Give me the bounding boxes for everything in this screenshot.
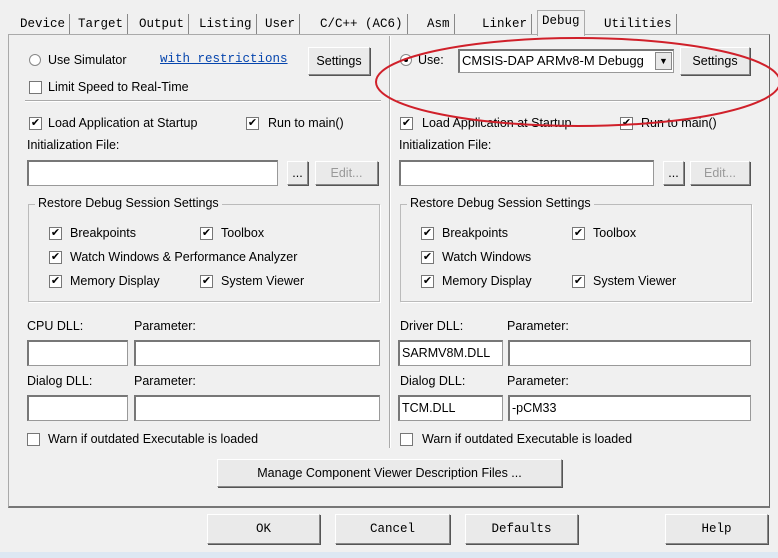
init-file-input[interactable] xyxy=(27,160,278,186)
memory-label: Memory Display xyxy=(70,274,160,288)
limit-speed-label: Limit Speed to Real-Time xyxy=(48,80,189,94)
limit-speed-checkbox[interactable] xyxy=(29,81,42,94)
use-simulator-radio[interactable] xyxy=(29,54,41,66)
load-app-label: Load Application at Startup xyxy=(48,116,198,130)
watch-label: Watch Windows xyxy=(442,250,532,264)
window-border xyxy=(0,552,778,558)
tab-user[interactable]: User xyxy=(261,14,301,35)
system-viewer-checkbox[interactable]: ✔ xyxy=(200,275,213,288)
column-divider xyxy=(389,36,391,448)
warn-checkbox[interactable] xyxy=(27,433,40,446)
use-label: Use: xyxy=(418,53,444,67)
group-label: Restore Debug Session Settings xyxy=(35,196,222,210)
use-simulator-label: Use Simulator xyxy=(48,53,127,67)
init-file-label: Initialization File: xyxy=(27,138,120,152)
ok-button[interactable]: OK xyxy=(207,514,320,544)
cpu-dll-input[interactable] xyxy=(27,340,128,366)
driver-dll-input[interactable]: SARMV8M.DLL xyxy=(398,340,503,366)
use-debugger-radio[interactable] xyxy=(400,54,412,66)
dialog-dll-label: Dialog DLL: xyxy=(27,374,93,388)
breakpoints-label: Breakpoints xyxy=(70,226,137,240)
toolbox-label: Toolbox xyxy=(593,226,637,240)
debugger-settings-button[interactable]: Settings xyxy=(680,47,750,75)
dialog-param-label: Parameter: xyxy=(507,374,569,388)
debugger-select-value: CMSIS-DAP ARMv8-M Debugg xyxy=(462,53,644,68)
manage-component-viewer-button[interactable]: Manage Component Viewer Description File… xyxy=(217,459,562,487)
watch-checkbox[interactable]: ✔ xyxy=(49,251,62,264)
run-to-main-checkbox[interactable]: ✔ xyxy=(246,117,259,130)
group-label: Restore Debug Session Settings xyxy=(407,196,594,210)
tab-output[interactable]: Output xyxy=(135,14,190,35)
run-to-main-label: Run to main() xyxy=(641,116,717,130)
load-app-checkbox[interactable]: ✔ xyxy=(400,117,413,130)
memory-label: Memory Display xyxy=(442,274,532,288)
toolbox-label: Toolbox xyxy=(221,226,265,240)
chevron-down-icon[interactable]: ▼ xyxy=(655,52,672,70)
help-button[interactable]: Help xyxy=(665,514,768,544)
init-file-label: Initialization File: xyxy=(399,138,492,152)
dialog-param-label: Parameter: xyxy=(134,374,196,388)
driver-param-label: Parameter: xyxy=(507,319,569,333)
tab-linker[interactable]: Linker xyxy=(478,14,533,35)
breakpoints-checkbox[interactable]: ✔ xyxy=(421,227,434,240)
watch-checkbox[interactable]: ✔ xyxy=(421,251,434,264)
memory-checkbox[interactable]: ✔ xyxy=(421,275,434,288)
simulator-settings-button[interactable]: Settings xyxy=(308,47,370,75)
memory-checkbox[interactable]: ✔ xyxy=(49,275,62,288)
edit-button[interactable]: Edit... xyxy=(315,161,378,185)
separator xyxy=(397,100,761,102)
run-to-main-checkbox[interactable]: ✔ xyxy=(620,117,633,130)
load-app-checkbox[interactable]: ✔ xyxy=(29,117,42,130)
debugger-select[interactable]: CMSIS-DAP ARMv8-M Debugg ▼ xyxy=(458,49,674,73)
tab-c-c-ac6[interactable]: C/C++ (AC6) xyxy=(316,14,408,35)
tab-device[interactable]: Device xyxy=(16,14,71,35)
watch-label: Watch Windows & Performance Analyzer xyxy=(70,250,298,264)
tab-listing[interactable]: Listing xyxy=(195,14,257,35)
driver-dll-label: Driver DLL: xyxy=(400,319,464,333)
cpu-param-label: Parameter: xyxy=(134,319,196,333)
warn-label: Warn if outdated Executable is loaded xyxy=(48,432,259,446)
tab-debug[interactable]: Debug xyxy=(537,10,585,36)
dialog-param-input[interactable]: -pCM33 xyxy=(508,395,751,421)
browse-button[interactable]: ... xyxy=(663,161,684,185)
warn-label: Warn if outdated Executable is loaded xyxy=(422,432,633,446)
dialog-param-input[interactable] xyxy=(134,395,380,421)
cpu-dll-label: CPU DLL: xyxy=(27,319,84,333)
cancel-button[interactable]: Cancel xyxy=(335,514,450,544)
system-viewer-label: System Viewer xyxy=(221,274,305,288)
tab-asm[interactable]: Asm xyxy=(423,14,455,35)
run-to-main-label: Run to main() xyxy=(268,116,344,130)
breakpoints-label: Breakpoints xyxy=(442,226,509,240)
load-app-label: Load Application at Startup xyxy=(422,116,572,130)
dialog-dll-label: Dialog DLL: xyxy=(400,374,466,388)
edit-button[interactable]: Edit... xyxy=(690,161,750,185)
toolbox-checkbox[interactable]: ✔ xyxy=(200,227,213,240)
tab-target[interactable]: Target xyxy=(74,14,129,35)
driver-param-input[interactable] xyxy=(508,340,751,366)
cpu-param-input[interactable] xyxy=(134,340,380,366)
defaults-button[interactable]: Defaults xyxy=(465,514,578,544)
tab-utilities[interactable]: Utilities xyxy=(600,14,677,35)
with-restrictions-link[interactable]: with restrictions xyxy=(160,52,288,66)
breakpoints-checkbox[interactable]: ✔ xyxy=(49,227,62,240)
browse-button[interactable]: ... xyxy=(287,161,308,185)
toolbox-checkbox[interactable]: ✔ xyxy=(572,227,585,240)
separator xyxy=(25,100,381,102)
dialog-dll-input[interactable]: TCM.DLL xyxy=(398,395,503,421)
dialog-dll-input[interactable] xyxy=(27,395,128,421)
warn-checkbox[interactable] xyxy=(400,433,413,446)
system-viewer-checkbox[interactable]: ✔ xyxy=(572,275,585,288)
system-viewer-label: System Viewer xyxy=(593,274,677,288)
init-file-input[interactable] xyxy=(399,160,654,186)
